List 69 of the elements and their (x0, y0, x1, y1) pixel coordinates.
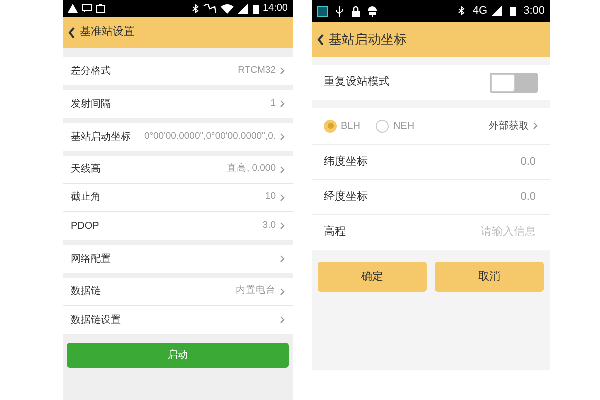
toggle-label: 重复设站模式 (324, 75, 390, 90)
radio-button[interactable] (324, 120, 337, 132)
row-value: 1 (270, 96, 276, 111)
chevron-icon (533, 122, 538, 130)
settings-row[interactable]: 发射间隔 1 (63, 90, 293, 118)
wifi-icon (220, 4, 234, 14)
settings-row[interactable]: 数据链 内置电台 (63, 278, 293, 306)
app-icon (317, 6, 328, 16)
status-time: 14:00 (262, 2, 288, 16)
row-value: 0°00'00.0000",0°00'00.0000",0. (144, 130, 276, 144)
cell-signal-icon (492, 6, 502, 16)
cell-signal-icon (238, 4, 249, 14)
bluetooth-icon (458, 6, 465, 16)
android-icon (368, 6, 377, 16)
settings-row[interactable]: 基站启动坐标 0°00'00.0000",0°00'00.0000",0. (63, 123, 293, 151)
row-value: 内置电台 (236, 284, 276, 298)
warning-icon (68, 4, 78, 13)
chevron-icon (280, 67, 285, 75)
row-label: 数据链 (71, 285, 101, 299)
chevron-icon (280, 194, 285, 202)
settings-row[interactable]: 数据链设置 (63, 306, 293, 334)
chevron-icon (280, 133, 285, 141)
field-label: 经度坐标 (324, 190, 368, 205)
input-field[interactable]: 请输入信息 (438, 223, 538, 242)
row-label: 差分格式 (71, 64, 111, 78)
settings-row[interactable]: PDOP 3.0 (63, 212, 293, 240)
chevron-icon (280, 100, 285, 108)
usb-icon (336, 6, 344, 16)
row-label: 数据链设置 (71, 314, 121, 328)
chevron-icon (280, 166, 285, 174)
external-link[interactable]: 外部获取 (489, 118, 538, 134)
battery-icon (510, 6, 516, 16)
chevron-icon (280, 222, 285, 230)
toggle-switch[interactable] (490, 72, 538, 92)
radio-label: NEH (393, 120, 415, 134)
row-label: 基站启动坐标 (71, 130, 131, 144)
row-value: 10 (265, 190, 276, 204)
field-label: 纬度坐标 (324, 154, 368, 170)
status-time: 3:00 (524, 4, 545, 19)
row-label: PDOP (71, 220, 100, 234)
chevron-icon (280, 316, 285, 324)
field-label: 高程 (324, 224, 346, 240)
back-icon[interactable] (317, 34, 325, 46)
bluetooth-icon (192, 4, 199, 14)
row-value: 3.0 (262, 218, 276, 233)
chevron-icon (280, 255, 285, 263)
screen-title: 基站启动坐标 (329, 30, 407, 49)
row-value: 直高, 0.000 (226, 162, 276, 176)
row-value: RTCM32 (238, 64, 276, 78)
cancel-button[interactable]: 取消 (435, 262, 544, 292)
chevron-icon (280, 288, 285, 296)
message-icon (82, 4, 92, 13)
battery-icon (252, 4, 259, 14)
radio-button[interactable] (376, 120, 390, 132)
row-label: 网络配置 (71, 252, 111, 266)
screen-title: 基准站设置 (80, 25, 135, 40)
lock-icon (352, 6, 360, 16)
row-label: 天线高 (71, 162, 101, 177)
settings-row[interactable]: 截止角 10 (63, 184, 293, 212)
settings-row[interactable]: 网络配置 (63, 245, 293, 273)
row-label: 发射间隔 (71, 98, 111, 112)
back-icon[interactable] (68, 26, 76, 38)
network-type: 4G (472, 4, 488, 19)
radio-label: BLH (341, 120, 360, 134)
confirm-button[interactable]: 确定 (318, 262, 427, 292)
clipboard-icon (96, 4, 105, 13)
settings-row[interactable]: 天线高 直高, 0.000 (63, 156, 293, 184)
settings-row[interactable]: 差分格式 RTCM32 (63, 57, 293, 85)
row-label: 截止角 (71, 190, 101, 205)
